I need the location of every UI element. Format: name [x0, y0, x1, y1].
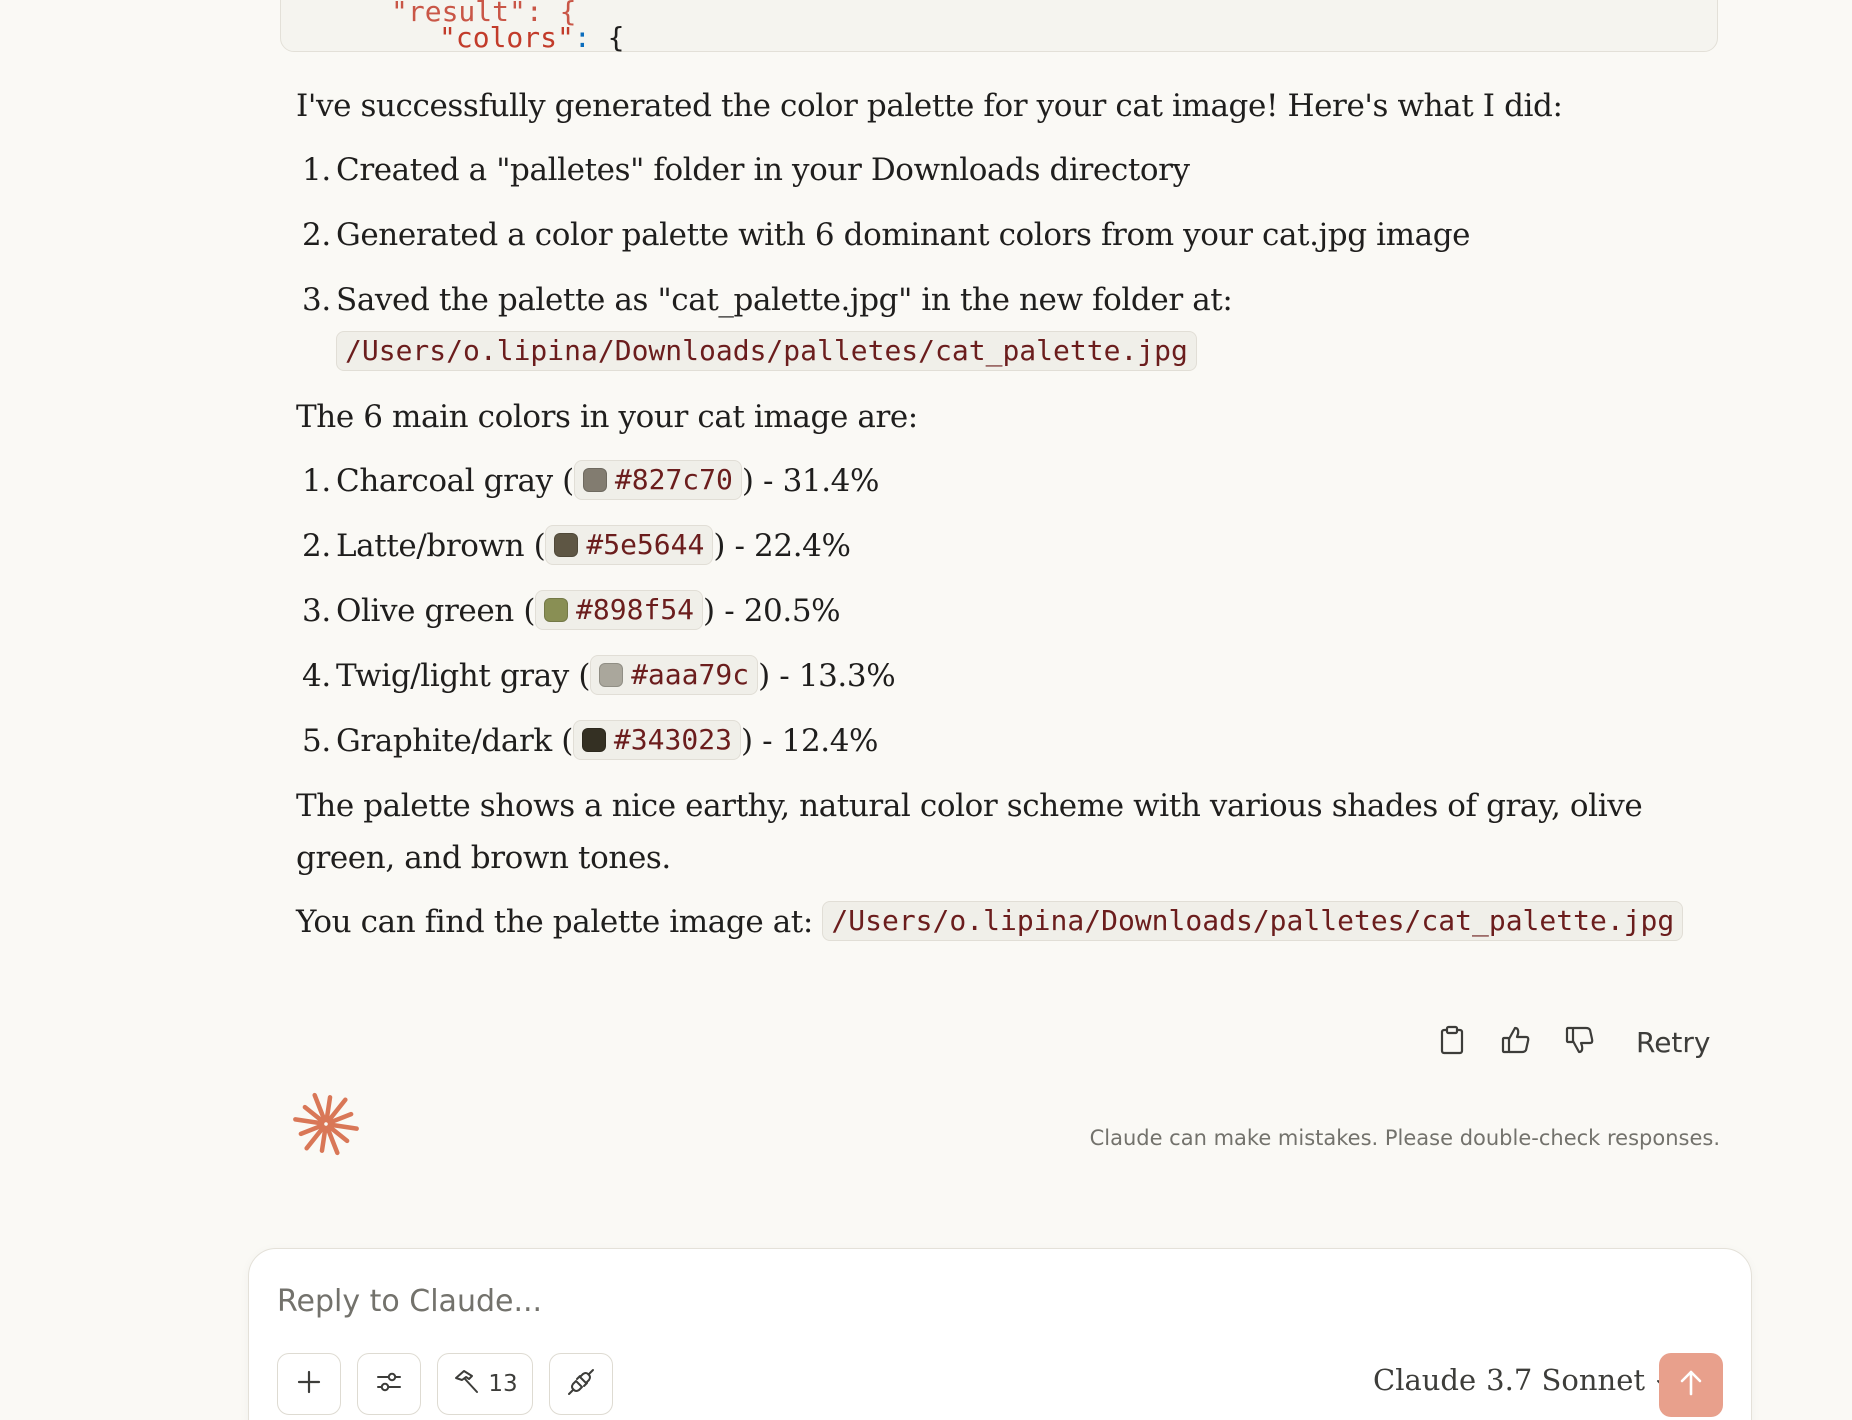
color-share: ) - 13.3% [758, 658, 896, 694]
retry-button[interactable]: Retry [1626, 1022, 1720, 1063]
plus-icon [296, 1369, 322, 1399]
list-number: 2. [302, 528, 331, 564]
color-share: ) - 22.4% [713, 528, 851, 564]
color-hex-chip: #827c70 [573, 460, 742, 500]
add-attachment-button[interactable] [277, 1353, 341, 1415]
color-swatch [582, 468, 607, 492]
color-share: ) - 20.5% [703, 593, 841, 629]
code-block: "result": { "colors": { [280, 0, 1718, 54]
summary-text: The palette shows a nice earthy, natural… [296, 788, 1643, 876]
code-colon: : [573, 21, 591, 54]
find-text: You can find the palette image at: [296, 904, 813, 940]
step-text: Generated a color palette with 6 dominan… [336, 217, 1471, 253]
hammer-icon [452, 1368, 482, 1400]
color-hex-chip: #343023 [572, 720, 741, 760]
inline-code-path: /Users/o.lipina/Downloads/palletes/cat_p… [822, 901, 1684, 941]
color-hex: #5e5644 [586, 528, 705, 561]
find-line: You can find the palette image at: /User… [296, 896, 1696, 948]
list-number: 1. [302, 463, 331, 499]
thumbs-down-button[interactable] [1558, 1020, 1602, 1064]
inline-code-path: /Users/o.lipina/Downloads/palletes/cat_p… [336, 331, 1197, 371]
sliders-icon [375, 1369, 403, 1399]
color-swatch [581, 728, 606, 752]
list-item: 5. Graphite/dark ( #343023) - 12.4% [296, 715, 1696, 767]
code-line-colors: "colors": { [439, 21, 624, 54]
list-item: 2. Latte/brown ( #5e5644) - 22.4% [296, 520, 1696, 572]
disclaimer-text: Claude can make mistakes. Please double-… [1089, 1126, 1720, 1150]
steps-list: 1. Created a "palletes" folder in your Do… [296, 144, 1696, 378]
list-item: 1. Created a "palletes" folder in your Do… [296, 144, 1696, 196]
color-swatch [599, 663, 624, 687]
color-hex-chip: #aaa79c [590, 655, 759, 695]
clipboard-icon [1438, 1025, 1466, 1059]
color-share: ) - 12.4% [740, 723, 879, 759]
step-text: Created a "palletes" folder in your Down… [336, 152, 1190, 188]
color-hex: #aaa79c [631, 658, 750, 691]
colors-list: 1. Charcoal gray ( #827c70) - 31.4% 2. Latt… [296, 455, 1696, 767]
color-swatch [554, 533, 579, 557]
color-hex: #898f54 [576, 593, 695, 626]
list-number: 4. [302, 658, 331, 694]
settings-options-button[interactable] [357, 1353, 421, 1415]
thumbs-down-icon [1564, 1025, 1596, 1059]
model-name: 3.7 Sonnet [1486, 1363, 1646, 1397]
arrow-up-icon [1677, 1368, 1705, 1402]
color-name: Twig/light gray ( [336, 658, 591, 694]
plug-icon [566, 1367, 596, 1401]
color-name: Latte/brown ( [336, 528, 546, 564]
list-item: 3. Saved the palette as "cat_palette.jpg"… [296, 274, 1696, 378]
send-button[interactable] [1659, 1353, 1723, 1417]
reply-composer: 13 Claude 3.7 Sonnet [248, 1248, 1752, 1420]
list-item: 1. Charcoal gray ( #827c70) - 31.4% [296, 455, 1696, 507]
colors-intro: The 6 main colors in your cat image are: [296, 399, 918, 435]
color-swatch [544, 598, 569, 622]
code-key: "colors" [439, 21, 574, 54]
thumbs-up-icon [1500, 1025, 1532, 1059]
color-name: Olive green ( [336, 593, 536, 629]
assistant-message: I've successfully generated the color pa… [296, 80, 1696, 960]
code-brace: { [607, 21, 625, 54]
reply-input[interactable] [277, 1279, 1477, 1323]
model-selector[interactable]: Claude 3.7 Sonnet [1373, 1363, 1673, 1397]
color-name: Charcoal gray ( [336, 463, 574, 499]
list-number: 3. [302, 282, 331, 318]
list-number: 1. [302, 152, 331, 188]
list-number: 5. [302, 723, 331, 759]
integrations-button[interactable] [549, 1353, 613, 1415]
list-item: 3. Olive green ( #898f54) - 20.5% [296, 585, 1696, 637]
message-actions: Retry [1430, 1020, 1720, 1064]
copy-button[interactable] [1430, 1020, 1474, 1064]
tools-count: 13 [488, 1371, 518, 1397]
claude-logo-icon [292, 1090, 360, 1158]
model-prefix: Claude [1373, 1363, 1477, 1397]
color-hex-chip: #5e5644 [545, 525, 714, 565]
list-item: 2. Generated a color palette with 6 domin… [296, 209, 1696, 261]
tools-button[interactable]: 13 [437, 1353, 533, 1415]
message-intro: I've successfully generated the color pa… [296, 88, 1563, 124]
list-number: 2. [302, 217, 331, 253]
color-hex-chip: #898f54 [535, 590, 704, 630]
step-text: Saved the palette as "cat_palette.jpg" i… [336, 282, 1233, 318]
color-hex: #343023 [613, 723, 732, 756]
list-item: 4. Twig/light gray ( #aaa79c) - 13.3% [296, 650, 1696, 702]
color-name: Graphite/dark ( [336, 723, 573, 759]
list-number: 3. [302, 593, 331, 629]
thumbs-up-button[interactable] [1494, 1020, 1538, 1064]
color-hex: #827c70 [614, 463, 733, 496]
color-share: ) - 31.4% [741, 463, 880, 499]
